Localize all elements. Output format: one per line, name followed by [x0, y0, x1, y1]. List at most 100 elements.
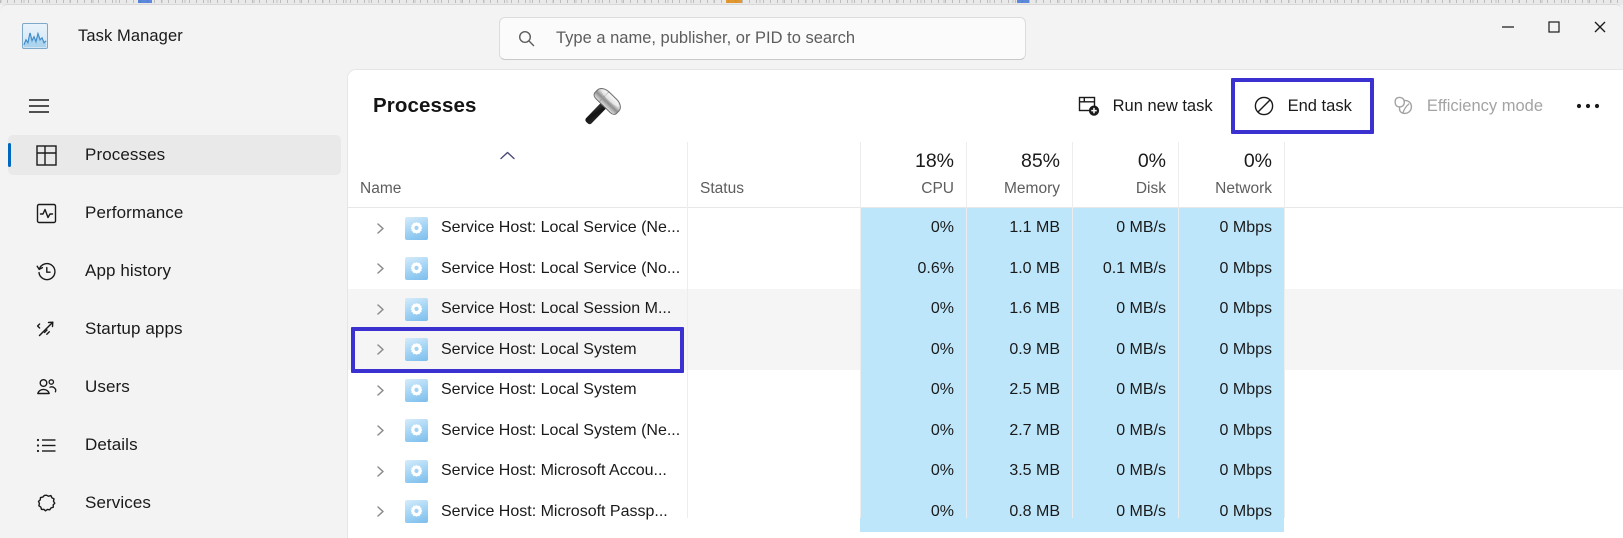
app-window: Task Manager: [0, 4, 1623, 538]
cpu-cell: 0%: [860, 411, 966, 452]
sidebar-item-processes[interactable]: Processes: [8, 135, 341, 175]
processes-grid-icon: [34, 143, 58, 167]
network-cell: 0 Mbps: [1178, 451, 1284, 492]
table-row[interactable]: Service Host: Local Service (Ne...0%1.1 …: [348, 208, 1623, 249]
process-name-label: Service Host: Local Session M...: [441, 300, 671, 318]
table-row[interactable]: Service Host: Local System0%2.5 MB0 MB/s…: [348, 370, 1623, 411]
service-host-gear-icon: [405, 460, 428, 483]
network-cell: 0 Mbps: [1178, 289, 1284, 330]
desktop-taskbar-texture: [0, 0, 1623, 3]
table-row[interactable]: Service Host: Microsoft Accou...0%3.5 MB…: [348, 451, 1623, 492]
minimize-icon[interactable]: [1485, 5, 1531, 49]
sidebar-item-label: Processes: [85, 145, 165, 165]
services-gear-icon: [34, 491, 58, 515]
hamburger-menu-icon[interactable]: [18, 87, 59, 125]
network-cell: 0 Mbps: [1178, 330, 1284, 371]
memory-cell: 0.8 MB: [966, 492, 1072, 533]
task-manager-window-root: Task Manager: [0, 0, 1623, 538]
process-name-cell: Service Host: Microsoft Passp...: [348, 492, 687, 533]
disk-cell: 0.1 MB/s: [1072, 249, 1178, 290]
sidebar-item-performance[interactable]: Performance: [8, 193, 341, 233]
hammer-cursor-icon: [570, 83, 626, 139]
search-box[interactable]: [499, 17, 1026, 60]
process-name-cell: Service Host: Local Service (Ne...: [348, 208, 687, 249]
expand-chevron-right-icon[interactable]: [374, 303, 387, 316]
processes-table: Name Status 18% CPU 85% Memory 0%: [348, 142, 1623, 532]
sidebar-item-users[interactable]: Users: [8, 367, 341, 407]
status-cell: [687, 208, 860, 249]
table-row[interactable]: Service Host: Local System0%0.9 MB0 MB/s…: [348, 330, 1623, 371]
table-row[interactable]: Service Host: Local Service (No...0.6%1.…: [348, 249, 1623, 290]
column-header-name[interactable]: Name: [348, 142, 687, 208]
sidebar-item-label: Users: [85, 377, 130, 397]
column-label: Memory: [1004, 180, 1060, 198]
sidebar: Processes Performance: [0, 69, 347, 538]
search-icon: [518, 30, 535, 47]
process-name-label: Service Host: Local System (Ne...: [441, 422, 680, 440]
column-header-disk[interactable]: 0% Disk: [1072, 142, 1178, 208]
column-header-cpu[interactable]: 18% CPU: [860, 142, 966, 208]
sidebar-item-label: Details: [85, 435, 138, 455]
process-name-cell: Service Host: Local Session M...: [348, 289, 687, 330]
content-panel: Processes: [347, 69, 1623, 538]
process-name-cell: Service Host: Microsoft Accou...: [348, 451, 687, 492]
column-header-memory[interactable]: 85% Memory: [966, 142, 1072, 208]
expand-chevron-right-icon[interactable]: [374, 222, 387, 235]
sidebar-item-app-history[interactable]: App history: [8, 251, 341, 291]
efficiency-mode-button[interactable]: Efficiency mode: [1378, 86, 1557, 126]
status-cell: [687, 411, 860, 452]
service-host-gear-icon: [405, 379, 428, 402]
disk-cell: 0 MB/s: [1072, 330, 1178, 371]
disk-cell: 0 MB/s: [1072, 370, 1178, 411]
desktop-accent-orange: [726, 0, 742, 3]
service-host-gear-icon: [405, 298, 428, 321]
column-label: Network: [1215, 180, 1272, 198]
process-name-cell: Service Host: Local System: [348, 330, 687, 371]
process-name-label: Service Host: Microsoft Passp...: [441, 503, 668, 521]
column-header-network[interactable]: 0% Network: [1178, 142, 1284, 208]
run-new-task-button[interactable]: Run new task: [1064, 86, 1227, 126]
page-title: Processes: [373, 94, 476, 118]
column-label: Disk: [1136, 180, 1166, 198]
expand-chevron-right-icon[interactable]: [374, 424, 387, 437]
end-task-button[interactable]: End task: [1231, 78, 1374, 134]
expand-chevron-right-icon[interactable]: [374, 262, 387, 275]
table-row[interactable]: Service Host: Microsoft Passp...0%0.8 MB…: [348, 492, 1623, 533]
expand-chevron-right-icon[interactable]: [374, 384, 387, 397]
service-host-gear-icon: [405, 257, 428, 280]
process-name-label: Service Host: Local System: [441, 341, 637, 359]
desktop-accent-blue-left: [138, 0, 152, 3]
sidebar-item-startup-apps[interactable]: Startup apps: [8, 309, 341, 349]
expand-chevron-right-icon[interactable]: [374, 505, 387, 518]
maximize-icon[interactable]: [1531, 5, 1577, 49]
column-label: CPU: [921, 180, 954, 198]
search-input[interactable]: [556, 29, 1025, 48]
users-people-icon: [34, 375, 58, 399]
status-cell: [687, 451, 860, 492]
service-host-gear-icon: [405, 419, 428, 442]
process-name-label: Service Host: Microsoft Accou...: [441, 462, 667, 480]
column-header-spacer: [1284, 142, 1623, 208]
efficiency-mode-label: Efficiency mode: [1427, 97, 1543, 116]
memory-cell: 1.6 MB: [966, 289, 1072, 330]
table-row[interactable]: Service Host: Local Session M...0%1.6 MB…: [348, 289, 1623, 330]
table-row[interactable]: Service Host: Local System (Ne...0%2.7 M…: [348, 411, 1623, 452]
memory-cell: 2.5 MB: [966, 370, 1072, 411]
status-cell: [687, 249, 860, 290]
expand-chevron-right-icon[interactable]: [374, 465, 387, 478]
close-icon[interactable]: [1577, 5, 1623, 49]
sidebar-item-services[interactable]: Services: [8, 483, 341, 523]
command-bar-actions: Run new task End task: [1064, 70, 1609, 142]
process-name-label: Service Host: Local Service (No...: [441, 260, 680, 278]
process-name-label: Service Host: Local Service (Ne...: [441, 219, 680, 237]
network-cell: 0 Mbps: [1178, 411, 1284, 452]
column-header-status[interactable]: Status: [687, 142, 860, 208]
sidebar-item-details[interactable]: Details: [8, 425, 341, 465]
sidebar-nav-list: Processes Performance: [8, 135, 341, 538]
cpu-cell: 0%: [860, 370, 966, 411]
expand-chevron-right-icon[interactable]: [374, 343, 387, 356]
cpu-cell: 0%: [860, 330, 966, 371]
more-ellipsis-icon[interactable]: [1567, 86, 1609, 126]
prohibited-circle-icon: [1253, 95, 1275, 117]
new-window-plus-icon: [1078, 95, 1100, 117]
